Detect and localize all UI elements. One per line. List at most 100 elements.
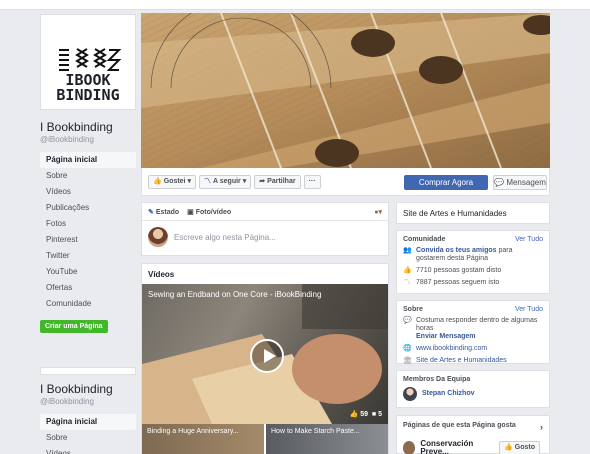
like-page-button[interactable]: 👍 Gosto [499,441,540,454]
message-label: Mensagem [506,178,546,187]
chat-bubble-icon: 💬 [403,317,412,324]
thumbnail-title: Binding a Huge Anniversary... [147,428,239,435]
avatar[interactable] [403,387,417,401]
cover-photo[interactable] [141,13,550,168]
composer-tabs: ✎ Estado ▣ Foto/vídeo ●▾ [142,203,388,221]
nav-item-youtube[interactable]: YouTube [40,264,136,280]
tab-photo-label: Foto/vídeo [195,208,232,216]
about-heading: Sobre [403,306,423,313]
follows-item: 〽 7887 pessoas seguem isto [397,277,549,289]
more-button[interactable]: ··· [303,174,321,189]
invite-friends-link[interactable]: Convida os teus amigos [416,247,497,254]
nav-item-twitter[interactable]: Twitter [40,248,136,264]
page-action-bar: 👍 Gostei ▾ 〽 A seguir ▾ ➦ Partilhar ··· Compr… [141,168,550,196]
videos-section: Vídeos Sewing an Endband on One Core - i… [141,263,389,454]
share-label: Partilhar [267,177,296,185]
nav-item-about-sticky[interactable]: Sobre [40,430,136,446]
buy-now-button[interactable]: Comprar Agora [404,175,488,190]
nav-item-videos[interactable]: Vídeos [40,184,136,200]
building-icon: 🏛 [403,357,412,364]
video-stats: 👍 59 ■ 5 [350,410,382,418]
nav-item-pinterest[interactable]: Pinterest [40,232,136,248]
community-header: Comunidade Ver Tudo [397,231,549,245]
video-comments: 5 [378,411,382,418]
tab-photo-video[interactable]: ▣ Foto/vídeo [187,208,231,216]
page-nav: Página inicial Sobre Vídeos Publicações … [40,152,136,312]
like-label: Gostei [163,177,186,185]
featured-video[interactable]: Sewing an Endband on One Core - iBookBin… [142,284,388,424]
thumbs-up-icon: 👍 [504,444,513,451]
community-box: Comunidade Ver Tudo 👥 Convida os teus amig… [396,230,550,294]
about-header: Sobre Ver Tudo [397,301,549,315]
nav-item-community[interactable]: Comunidade [40,296,136,312]
nav-item-home-sticky[interactable]: Página inicial [40,414,136,430]
team-member-name[interactable]: Stepan Chizhov [422,390,475,398]
chevron-right-icon[interactable]: › [540,422,543,432]
page-handle-sticky[interactable]: @iBookbinding [40,397,136,406]
nav-item-home[interactable]: Página inicial [40,152,136,168]
video-thumbnails: Binding a Huge Anniversary... How to Mak… [142,424,388,454]
liked-page-item: Conservación Preve... 👍 Gosto [397,434,549,454]
invite-item: 👥 Convida os teus amigos para gostarem de… [397,245,549,265]
community-see-all-link[interactable]: Ver Tudo [515,236,543,243]
rss-icon: 〽 [403,279,411,286]
tab-status[interactable]: ✎ Estado [148,208,179,216]
page-avatar[interactable] [403,441,416,454]
category-link[interactable]: Site de Artes e Humanidades [416,357,507,365]
team-heading: Membros Da Equipa [403,376,471,383]
liked-page-name[interactable]: Conservación Preve... [420,440,494,454]
nav-item-videos-sticky[interactable]: Vídeos [40,446,136,454]
liked-pages-heading[interactable]: Páginas de que esta Página gosta [403,422,516,432]
thumbs-up-icon: 👍 [349,411,359,418]
messenger-icon: 💬 [494,178,505,187]
page-profile-picture[interactable]: IBOOK BINDING [40,14,136,110]
community-heading: Comunidade [403,236,446,243]
page-title[interactable]: I Bookbinding [40,120,136,134]
photo-icon: ▣ [187,208,194,216]
category-item: 🏛 Site de Artes e Humanidades [397,355,549,367]
website-item: 🌐 www.ibookbinding.com [397,343,549,355]
ibookbinding-logo: IBOOK BINDING [47,21,129,103]
send-message-link[interactable]: Enviar Mensagem [416,333,476,340]
response-text: Costuma responder dentro de algumas hora… [416,317,538,332]
avatar [148,227,168,247]
thumbs-up-icon: 👍 [403,267,412,274]
left-column: IBOOK BINDING I Bookbinding @iBookbindin… [40,14,136,375]
website-link[interactable]: www.ibookbinding.com [416,345,487,353]
nav-item-posts[interactable]: Publicações [40,200,136,216]
response-item: 💬 Costuma responder dentro de algumas hor… [397,315,549,343]
video-thumbnail[interactable]: Binding a Huge Anniversary... [142,424,264,454]
caret-down-icon: ▾ [242,177,247,185]
category-box: Site de Artes e Humanidades [396,202,550,224]
team-header: Membros Da Equipa [397,371,549,385]
thumbs-up-icon: 👍 [153,177,162,185]
page-title-sticky[interactable]: I Bookbinding [40,382,136,396]
nav-item-offers[interactable]: Ofertas [40,280,136,296]
stitch-marks-icon [59,48,122,71]
videos-heading[interactable]: Vídeos [142,264,388,284]
rss-icon: 〽 [204,177,212,185]
share-button[interactable]: ➦ Partilhar [254,174,301,189]
composer-body: Escreve algo nesta Página... [142,221,388,253]
composer-input[interactable]: Escreve algo nesta Página... [174,233,276,242]
nav-item-photos[interactable]: Fotos [40,216,136,232]
follow-label: A seguir [213,177,241,185]
page-category[interactable]: Site de Artes e Humanidades [397,203,549,224]
like-button[interactable]: 👍 Gostei ▾ [148,174,197,189]
video-title[interactable]: Sewing an Endband on One Core - iBookBin… [148,290,321,299]
tab-status-label: Estado [155,208,180,216]
team-member: Stepan Chizhov [397,385,549,403]
video-thumbnail[interactable]: How to Make Starch Paste... [266,424,388,454]
page-handle[interactable]: @iBookbinding [40,135,136,144]
message-button[interactable]: 💬 Mensagem [493,175,547,190]
play-icon[interactable] [250,339,284,373]
follow-button[interactable]: 〽 A seguir ▾ [199,174,252,189]
about-box: Sobre Ver Tudo 💬 Costuma responder dentro … [396,300,550,364]
follows-count: 7887 pessoas seguem isto [416,279,500,286]
page-nav-sticky: Página inicial Sobre Vídeos [40,414,136,454]
create-page-button[interactable]: Criar uma Página [40,320,108,333]
audience-selector[interactable]: ●▾ [374,208,382,216]
about-see-all-link[interactable]: Ver Tudo [515,306,543,313]
left-column-sticky: I Bookbinding @iBookbinding Página inici… [40,372,136,454]
nav-item-about[interactable]: Sobre [40,168,136,184]
